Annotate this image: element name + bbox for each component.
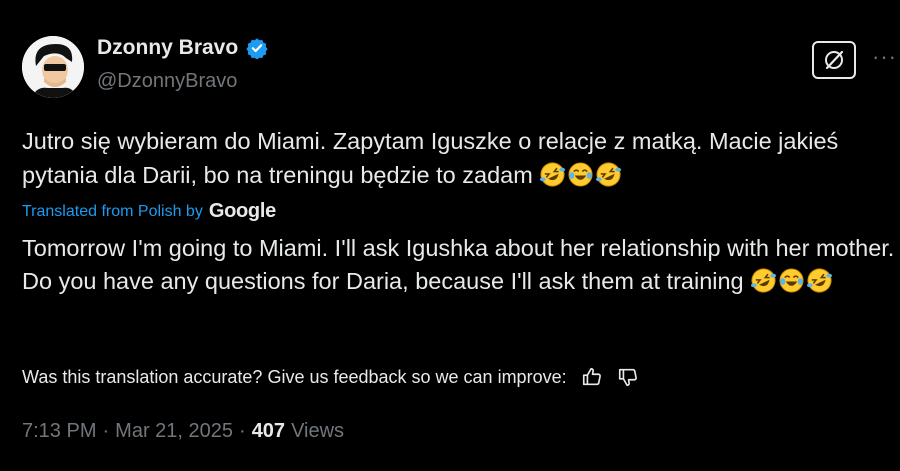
verified-badge-icon — [246, 38, 268, 59]
translated-text: Tomorrow I'm going to Miami. I'll ask Ig… — [22, 232, 900, 298]
tweet-body: Jutro się wybieram do Miami. Zapytam Igu… — [22, 128, 839, 188]
google-logo: Google — [208, 200, 276, 222]
grok-icon — [825, 50, 844, 70]
more-icon[interactable]: ··· — [872, 44, 897, 70]
grok-button[interactable] — [812, 41, 856, 79]
translated-from-label[interactable]: Translated from Polish by — [22, 203, 203, 221]
tears-of-joy-icon — [779, 268, 804, 293]
rolling-on-floor-laughing-icon — [751, 268, 777, 293]
thumbs-down-icon[interactable] — [617, 366, 639, 388]
author-name-row: Dzonny Bravo — [97, 36, 268, 60]
tweet-time[interactable]: 7:13 PM — [22, 420, 96, 443]
tweet-meta: 7:13 PM · Mar 21, 2025 · 407 Views — [22, 420, 344, 443]
display-name[interactable]: Dzonny Bravo — [97, 36, 238, 60]
meta-separator: · — [239, 420, 246, 442]
feedback-prompt: Was this translation accurate? Give us f… — [22, 366, 567, 387]
tears-of-joy-icon — [568, 162, 593, 187]
rolling-on-floor-laughing-icon — [540, 162, 566, 187]
rolling-on-floor-laughing-icon — [807, 268, 833, 293]
thumbs-up-icon[interactable] — [581, 366, 603, 388]
views-count: 407 — [251, 420, 286, 442]
avatar[interactable] — [22, 36, 84, 98]
tweet-date[interactable]: Mar 21, 2025 — [115, 420, 233, 443]
translation-attribution: Translated from Polish by Google — [22, 200, 276, 223]
meta-separator: · — [102, 420, 110, 442]
tweet-text: Jutro się wybieram do Miami. Zapytam Igu… — [22, 124, 892, 192]
translated-emojis — [750, 268, 834, 294]
rolling-on-floor-laughing-icon — [596, 162, 622, 187]
views-label: Views — [291, 420, 345, 442]
tweet-emojis — [539, 162, 623, 188]
author-handle[interactable]: @DzonnyBravo — [97, 70, 237, 93]
translation-feedback: Was this translation accurate? Give us f… — [22, 366, 639, 388]
